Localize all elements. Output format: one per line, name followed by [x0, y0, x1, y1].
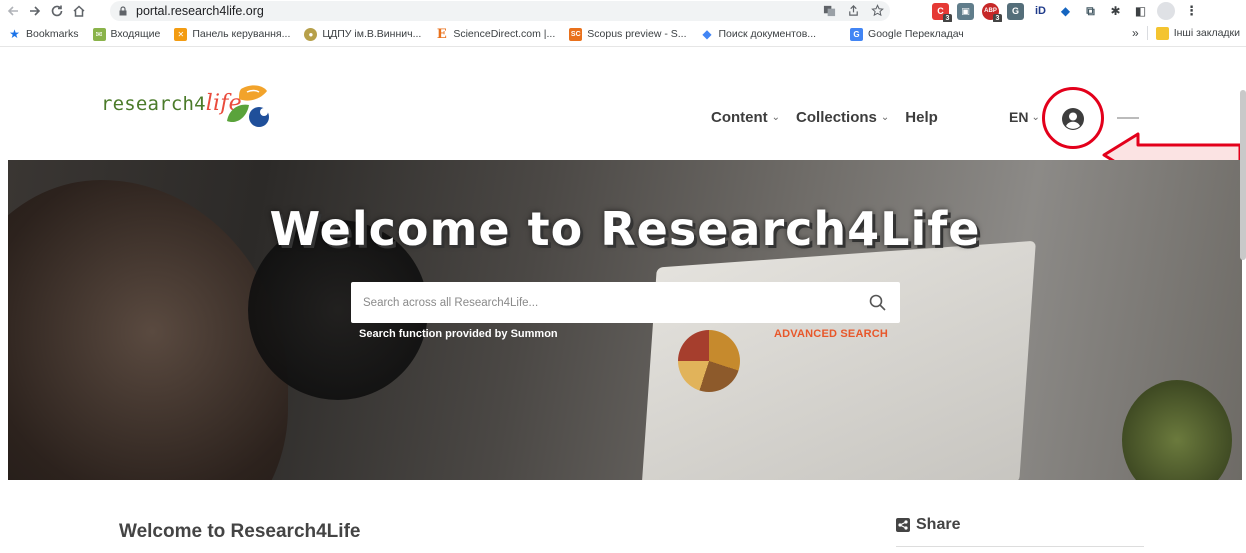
nav-collections[interactable]: Collections ⌄: [796, 109, 889, 126]
advanced-search-link[interactable]: ADVANCED SEARCH: [774, 328, 888, 340]
translate-page-icon[interactable]: [822, 3, 836, 17]
site-header: research4life Content ⌄ Collections ⌄ Help…: [0, 46, 1246, 178]
bookmark-item[interactable]: ◆ Поиск документов...: [701, 27, 816, 41]
idm-icon[interactable]: iD: [1032, 2, 1049, 20]
translate-icon: G: [850, 27, 864, 41]
scopus-icon: SC: [569, 27, 583, 41]
chevron-down-icon: ⌄: [771, 112, 781, 123]
google-docs-search-icon: ◆: [702, 27, 712, 41]
reload-button[interactable]: [46, 0, 68, 22]
forward-button[interactable]: [24, 0, 46, 22]
hamburger-menu-icon[interactable]: [1117, 117, 1139, 131]
page-scrollbar[interactable]: [1240, 90, 1246, 260]
extension-save-icon[interactable]: ▣: [957, 2, 974, 20]
share-page-icon[interactable]: [846, 3, 860, 17]
share-square-icon: [896, 518, 910, 532]
search-icon[interactable]: [868, 293, 888, 313]
browser-toolbar: portal.research4life.org C3 ▣ ABP 3 G iD …: [0, 0, 1246, 23]
mail-icon: ✉: [92, 27, 106, 41]
search-box: [351, 282, 900, 323]
university-icon: ●: [304, 27, 318, 41]
hero-banner: Welcome to Research4Life Search function…: [8, 160, 1242, 480]
bookmark-item[interactable]: ● ЦДПУ ім.В.Виннич...: [304, 27, 421, 41]
bookmark-item[interactable]: SC Scopus preview - S...: [569, 27, 687, 41]
arrow-left-icon: [7, 6, 18, 16]
extension-puzzle-dark-icon[interactable]: G: [1007, 2, 1024, 20]
arrow-right-icon: [30, 6, 41, 16]
search-provider-note: Search function provided by Summon: [359, 328, 558, 340]
extensions-puzzle-icon[interactable]: ✱: [1107, 2, 1124, 20]
adblock-icon[interactable]: ABP 3: [982, 2, 1002, 23]
language-selector[interactable]: EN ⌄: [1009, 109, 1040, 125]
bookmark-item[interactable]: E ScienceDirect.com |...: [435, 26, 555, 42]
bookmark-item[interactable]: ★ Bookmarks: [8, 27, 78, 41]
logo-leaf-icon: [227, 85, 269, 127]
side-panel-icon[interactable]: ◧: [1132, 2, 1149, 20]
hero-background-pie-chart: [678, 330, 740, 392]
url-text: portal.research4life.org: [136, 4, 264, 18]
chevron-down-icon: ⌄: [1031, 111, 1040, 123]
folder-icon: [1155, 26, 1169, 40]
home-button[interactable]: [68, 0, 90, 22]
main-navigation: Content ⌄ Collections ⌄ Help: [711, 109, 954, 126]
graduation-cap-icon[interactable]: ◆: [1057, 2, 1074, 20]
profile-avatar[interactable]: [1157, 2, 1175, 20]
hero-title: Welcome to Research4Life: [269, 202, 981, 256]
reload-icon: [51, 5, 63, 17]
hero-background-plant: [1122, 380, 1232, 480]
bookmark-item[interactable]: ✕ Панель керування...: [174, 27, 290, 41]
joomla-icon: ✕: [174, 27, 188, 41]
reader-mode-icon[interactable]: ⧉: [1082, 2, 1099, 20]
bookmarks-overflow-button[interactable]: »: [1132, 26, 1139, 40]
search-input[interactable]: [351, 282, 868, 323]
nav-content[interactable]: Content ⌄: [711, 109, 780, 126]
section-heading: Welcome to Research4Life: [119, 521, 361, 542]
extension-red-icon[interactable]: C3: [932, 2, 952, 23]
annotation-circle: [1042, 87, 1104, 149]
back-button[interactable]: [2, 0, 24, 22]
research4life-logo[interactable]: research4life: [101, 85, 269, 127]
divider: [896, 546, 1144, 547]
chevron-down-icon: ⌄: [880, 112, 890, 123]
share-section[interactable]: Share: [896, 516, 960, 534]
nav-help[interactable]: Help: [905, 109, 938, 126]
home-icon: [73, 5, 85, 17]
other-bookmarks-folder[interactable]: Інші закладки: [1155, 26, 1240, 40]
bookmark-item[interactable]: ✉ Входящие: [92, 27, 160, 41]
bookmark-item[interactable]: G Google Перекладач: [850, 27, 964, 41]
menu-kebab-icon[interactable]: ⋮: [1183, 2, 1200, 20]
bookmarks-bar: ★ Bookmarks ✉ Входящие ✕ Панель керуванн…: [0, 22, 1246, 46]
bookmark-star-icon[interactable]: [870, 3, 884, 17]
bookmarks-separator: [1146, 26, 1148, 40]
lock-icon: [119, 6, 127, 16]
extensions-area: C3 ▣ ABP 3 G iD ◆ ⧉ ✱ ◧ ⋮: [932, 2, 1200, 23]
address-bar[interactable]: portal.research4life.org: [110, 1, 890, 21]
star-icon: ★: [9, 27, 20, 41]
elsevier-icon: E: [436, 26, 447, 42]
